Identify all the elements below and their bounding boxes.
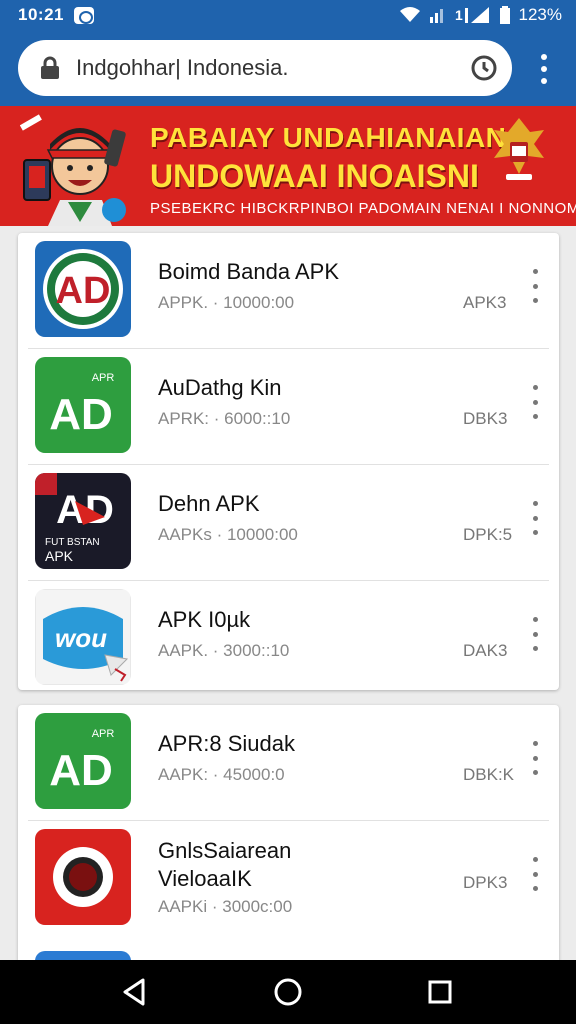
more-options-icon[interactable] <box>528 617 542 651</box>
ad-circle-icon[interactable]: AD <box>35 241 131 337</box>
mascot-illustration <box>20 114 126 226</box>
more-options-icon[interactable] <box>528 385 542 419</box>
status-time: 10:21 <box>18 5 64 24</box>
app-icon-label: APR <box>92 372 115 384</box>
list-item[interactable]: wou APK I0µk AAPK. · 3000::10 DAK3 <box>18 581 559 690</box>
red-eye-icon[interactable] <box>35 829 131 925</box>
app-badge: DPK:5 <box>463 525 513 544</box>
list-item[interactable]: GnlsSaiarean VieloaaIK AAPKi · 3000c:00 … <box>18 821 559 941</box>
back-icon[interactable] <box>116 974 152 1010</box>
system-nav-bar <box>0 960 576 1024</box>
banner-subtitle: PSEBEKRC HIBCKRPINBOI PADOMAIN NENAI I N… <box>150 200 576 217</box>
app-list-card: APR AD APR:8 Siudak AAPK: · 45000:0 DBK:… <box>18 705 559 967</box>
lock-icon <box>41 56 59 79</box>
notification-icon <box>73 6 94 24</box>
app-name[interactable]: AuDathg Kin <box>158 375 282 401</box>
app-badge: DBK3 <box>463 409 508 428</box>
app-meta: APRK: · 6000::10 <box>158 409 291 428</box>
app-name[interactable]: Boimd Banda APK <box>158 259 339 285</box>
address-bar[interactable]: Indgohhar| Indonesia. <box>18 40 512 96</box>
app-icon-label: AD <box>49 390 113 439</box>
more-options-icon[interactable] <box>528 501 542 535</box>
list-item[interactable]: APR AD AuDathg Kin APRK: · 6000::10 DBK3 <box>18 349 559 465</box>
app-name[interactable]: APK I0µk <box>158 607 250 633</box>
app-badge: DBK:K <box>463 765 515 784</box>
app-meta: APPK. · 10000:00 <box>158 293 295 312</box>
app-meta: AAPK: · 45000:0 <box>158 765 285 784</box>
more-options-icon[interactable] <box>528 741 542 775</box>
browser-menu-icon[interactable] <box>532 52 556 86</box>
wifi-icon <box>399 7 420 22</box>
signal-icon <box>429 9 443 23</box>
wou-icon[interactable]: wou <box>35 589 131 685</box>
app-meta: AAPKi · 3000c:00 <box>158 897 293 916</box>
app-name[interactable]: Dehn APK <box>158 491 260 517</box>
status-bar: 10:21 1 123% <box>0 0 576 30</box>
app-icon-label: wou <box>55 623 107 653</box>
battery-percent: 123% <box>518 5 562 24</box>
list-item[interactable]: AD FUT BSTAN APK Dehn APK AAPKs · 10000:… <box>18 465 559 581</box>
browser-toolbar: Indgohhar| Indonesia. <box>0 30 576 106</box>
app-meta: AAPKs · 10000:00 <box>158 525 298 544</box>
network-signal-icon: 1 <box>455 7 489 23</box>
battery-icon <box>499 6 510 24</box>
ad-green-icon[interactable]: APR AD <box>35 357 131 453</box>
app-icon-label: FUT BSTAN <box>45 537 100 548</box>
app-name[interactable]: GnlsSaiarean VieloaaIK <box>158 837 291 893</box>
app-icon-label: APK <box>45 548 74 564</box>
app-name[interactable]: APR:8 Siudak <box>158 731 295 757</box>
more-options-icon[interactable] <box>528 857 542 891</box>
recents-icon[interactable] <box>422 974 458 1010</box>
banner-title-line2: UNDOWAAI INOAISNI <box>150 158 479 194</box>
app-name-line1: GnlsSaiarean <box>158 838 292 863</box>
garuda-emblem-icon <box>494 118 544 180</box>
list-item[interactable]: AD Boimd Banda APK APPK. · 10000:00 APK3 <box>18 233 559 349</box>
app-meta: AAPK. · 3000::10 <box>158 641 290 660</box>
app-badge: DAK3 <box>463 641 508 660</box>
svg-text:1: 1 <box>455 7 463 23</box>
app-list-card: AD Boimd Banda APK APPK. · 10000:00 APK3… <box>18 233 559 690</box>
promo-banner[interactable]: PABAIAY UNDAHIANAIAN UNDOWAAI INOAISNI P… <box>0 106 576 226</box>
app-icon-label: AD <box>49 746 113 795</box>
ad-green-icon[interactable]: APR AD <box>35 713 131 809</box>
list-item[interactable]: APR AD APR:8 Siudak AAPK: · 45000:0 DBK:… <box>18 705 559 821</box>
app-badge: APK3 <box>463 293 507 312</box>
status-icons: 1 123% <box>399 5 562 25</box>
url-text[interactable]: Indgohhar| Indonesia. <box>76 55 470 81</box>
app-name-line2: VieloaaIK <box>158 866 252 891</box>
home-icon[interactable] <box>270 974 306 1010</box>
app-badge: DPK3 <box>463 873 508 892</box>
history-clock-icon[interactable] <box>470 54 498 82</box>
app-icon-label: AD <box>56 270 111 312</box>
banner-title-line1: PABAIAY UNDAHIANAIAN <box>150 122 507 153</box>
more-options-icon[interactable] <box>528 269 542 303</box>
app-icon-label: APR <box>92 728 115 740</box>
ad-dark-icon[interactable]: AD FUT BSTAN APK <box>35 473 131 569</box>
